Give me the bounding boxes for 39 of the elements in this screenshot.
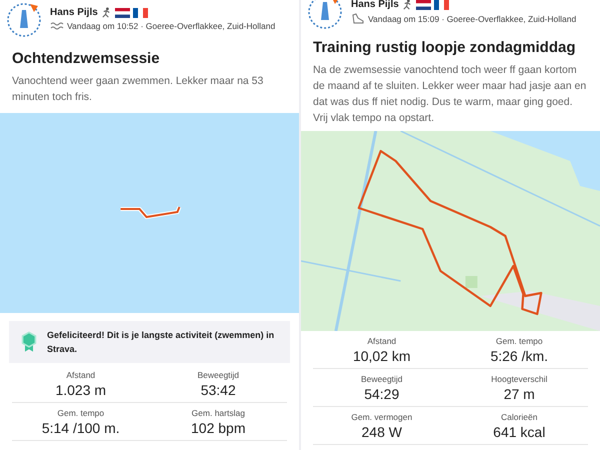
stat-label: Hoogteverschil bbox=[491, 374, 548, 384]
stat-value: 1.023 m bbox=[55, 382, 106, 398]
stat-label: Beweegtijd bbox=[360, 374, 403, 384]
activity-title[interactable]: Training rustig loopje zondagmiddag bbox=[301, 30, 600, 60]
stat-label: Gem. vermogen bbox=[351, 412, 412, 422]
stat-value: 27 m bbox=[504, 386, 535, 402]
stat-label: Beweegtijd bbox=[197, 370, 240, 380]
athlete-name[interactable]: Hans Pijls bbox=[351, 0, 399, 10]
stat-label: Afstand bbox=[367, 336, 396, 346]
runner-icon bbox=[402, 0, 413, 10]
waves-icon bbox=[50, 21, 64, 31]
stat-label: Calorieën bbox=[501, 412, 538, 422]
athlete-name[interactable]: Hans Pijls bbox=[50, 7, 98, 18]
activity-meta: Vandaag om 10:52 · Goeree-Overflakkee, Zuid-Holland bbox=[67, 21, 276, 31]
stat-value: 5:14 /100 m. bbox=[42, 420, 120, 436]
stat-value: 53:42 bbox=[200, 382, 236, 398]
stat-label: Gem. tempo bbox=[57, 408, 104, 418]
stat-value: 5:26 /km. bbox=[490, 348, 548, 364]
runner-icon bbox=[100, 7, 112, 18]
stat-label: Gem. tempo bbox=[496, 336, 543, 346]
badge-icon bbox=[21, 330, 38, 354]
stat-value: 102 bpm bbox=[191, 420, 246, 436]
flag-icon bbox=[132, 8, 148, 18]
stat-value: 10,02 km bbox=[352, 348, 411, 364]
activity-description: Na de zwemsessie vanochtend toch weer ff gaan kortom de maand af te sluiten. Lekker weer maar had jasje aan en dat was dus ff niet nodig. Dus te warm, maar ging goed. Vrij vlak tempo na opstart. bbox=[312, 63, 588, 126]
stat-label: Gem. hartslag bbox=[192, 408, 245, 418]
stat-value: 54:29 bbox=[364, 386, 400, 402]
shoe-icon bbox=[351, 13, 365, 25]
stat-value: 248 W bbox=[362, 424, 402, 440]
activity-title[interactable]: Ochtendzwemsessie bbox=[0, 38, 299, 71]
avatar-icon[interactable] bbox=[307, 0, 343, 30]
activity-description: Vanochtend weer gaan zwemmen. Lekker maar na 53 minuten toch fris. bbox=[11, 74, 264, 105]
flag-icon bbox=[434, 0, 449, 10]
activity-meta: Vandaag om 15:09 · Goeree-Overflakkee, Zuid-Holland bbox=[368, 14, 576, 24]
avatar-icon[interactable] bbox=[6, 2, 42, 38]
stat-value: 641 kcal bbox=[493, 424, 546, 440]
achievement-text: Gefeliciteerd! Dit is je langste activiteit (zwemmen) in Strava. bbox=[47, 329, 276, 356]
flag-icon bbox=[114, 8, 130, 18]
stat-label: Afstand bbox=[66, 370, 96, 380]
